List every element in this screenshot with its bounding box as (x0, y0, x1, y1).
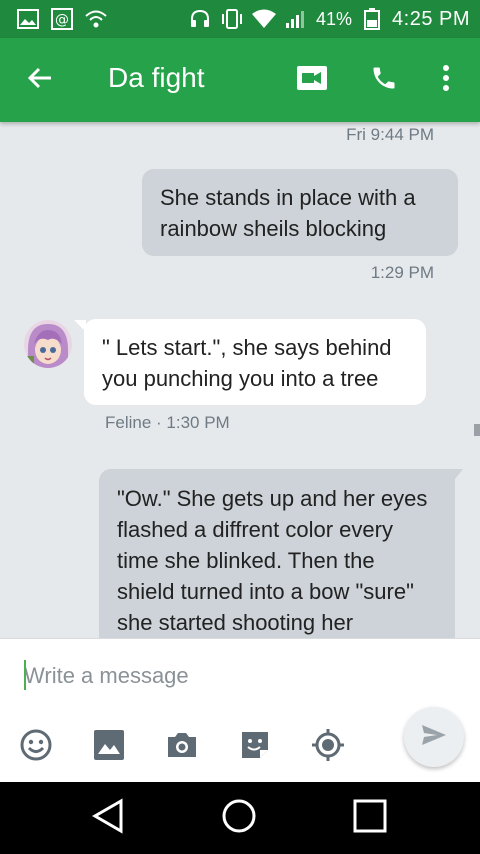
battery-icon (360, 7, 384, 31)
nav-recents-button[interactable] (346, 796, 394, 840)
incoming-message[interactable]: " Lets start.", she says behind you punc… (84, 319, 426, 405)
location-icon (310, 727, 346, 767)
more-vert-icon (442, 64, 450, 96)
scrollbar[interactable] (474, 424, 480, 436)
composer (0, 638, 480, 783)
sticker-icon (238, 728, 272, 766)
image-icon (16, 7, 40, 31)
message-sender-time: Feline · 1:30 PM (105, 413, 230, 432)
text-cursor (24, 660, 26, 690)
gallery-button[interactable] (89, 727, 129, 767)
message-timestamp: 1:29 PM (370, 263, 434, 282)
clock: 4:25 PM (392, 7, 470, 30)
emoji-button[interactable] (16, 727, 56, 767)
screen: @ 41% 4:25 PM Da fight Fri 9:44 PM She s… (0, 0, 480, 854)
nav-recents-icon (353, 799, 387, 837)
camera-button[interactable] (162, 727, 202, 767)
signal-icon (284, 7, 308, 31)
avatar[interactable] (24, 320, 72, 368)
battery-percent: 41% (315, 8, 353, 29)
conversation-title: Da fight (108, 62, 205, 93)
send-button[interactable] (404, 707, 464, 767)
sticker-button[interactable] (235, 727, 275, 767)
nav-back-icon (91, 798, 125, 838)
status-bar: @ 41% 4:25 PM (0, 0, 480, 38)
headset-icon (188, 7, 212, 31)
wifi-calling-icon (84, 7, 108, 31)
voice-call-button[interactable] (364, 60, 404, 100)
navigation-bar (0, 782, 480, 854)
location-button[interactable] (308, 727, 348, 767)
video-call-icon (296, 65, 328, 95)
svg-text:@: @ (55, 12, 69, 28)
wifi-icon (251, 7, 276, 31)
app-bar: Da fight (0, 38, 480, 122)
more-options-button[interactable] (428, 60, 464, 100)
send-icon (421, 723, 447, 751)
vibrate-icon (220, 7, 244, 31)
nav-back-button[interactable] (84, 796, 132, 840)
nav-home-button[interactable] (215, 796, 263, 840)
back-arrow-icon (27, 65, 53, 95)
bubble-tail (455, 469, 463, 479)
camera-icon (165, 730, 199, 764)
nav-home-icon (221, 798, 257, 838)
emoji-icon (19, 728, 53, 766)
message-list[interactable]: Fri 9:44 PM She stands in place with a r… (0, 122, 480, 638)
outgoing-message[interactable]: "Ow." She gets up and her eyes flashed a… (99, 469, 455, 638)
phone-icon (370, 64, 398, 96)
outgoing-message[interactable]: She stands in place with a rainbow sheil… (142, 169, 458, 256)
composer-toolbar (0, 727, 400, 767)
message-timestamp: Fri 9:44 PM (346, 125, 434, 144)
at-icon: @ (50, 7, 74, 31)
message-input[interactable] (24, 659, 424, 693)
back-button[interactable] (20, 60, 60, 100)
gallery-icon (92, 728, 126, 766)
video-call-button[interactable] (292, 60, 332, 100)
